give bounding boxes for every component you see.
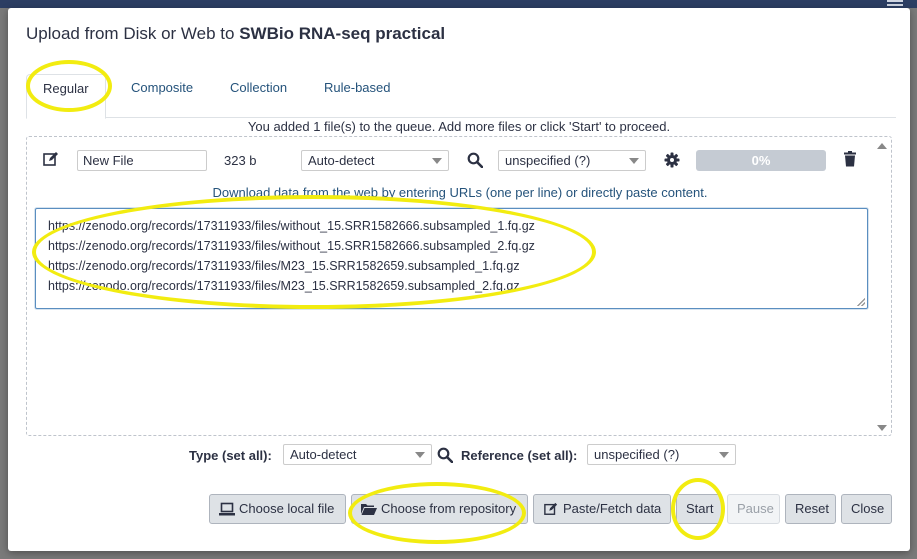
chevron-down-icon bbox=[415, 452, 425, 458]
chevron-down-icon bbox=[629, 158, 639, 164]
history-name: SWBio RNA-seq practical bbox=[239, 24, 446, 43]
file-type-select[interactable]: Auto-detect bbox=[301, 150, 449, 171]
url-paste-textarea[interactable]: https://zenodo.org/records/17311933/file… bbox=[35, 208, 868, 309]
upload-tabs: Regular Composite Collection Rule-based bbox=[26, 74, 896, 119]
choose-from-repository-button[interactable]: Choose from repository bbox=[351, 494, 528, 524]
url-line: https://zenodo.org/records/17311933/file… bbox=[48, 219, 535, 233]
paste-fetch-data-button[interactable]: Paste/Fetch data bbox=[533, 494, 671, 524]
upload-progress-label: 0% bbox=[751, 153, 771, 168]
upload-dialog: Upload from Disk or Web to SWBio RNA-seq… bbox=[8, 8, 910, 551]
set-all-type-select[interactable]: Auto-detect bbox=[283, 444, 432, 465]
choose-local-file-label: Choose local file bbox=[239, 501, 335, 516]
scroll-down-arrow-icon[interactable] bbox=[877, 425, 887, 431]
resize-grip-icon[interactable] bbox=[857, 298, 865, 306]
edit-icon[interactable] bbox=[43, 151, 59, 167]
upload-progress-bar: 0% bbox=[696, 150, 826, 171]
set-all-type-value: Auto-detect bbox=[290, 447, 357, 462]
paste-fetch-data-label: Paste/Fetch data bbox=[563, 501, 662, 516]
set-all-reference-label: Reference (set all): bbox=[461, 448, 578, 463]
tab-composite[interactable]: Composite bbox=[115, 74, 209, 118]
upload-dropzone[interactable]: 323 b Auto-detect unspecified (?) bbox=[26, 136, 892, 436]
chevron-down-icon bbox=[719, 452, 729, 458]
tab-rule-based[interactable]: Rule-based bbox=[308, 74, 407, 118]
paste-hint: Download data from the web by entering U… bbox=[212, 185, 708, 200]
reset-button[interactable]: Reset bbox=[785, 494, 836, 524]
laptop-icon bbox=[219, 502, 235, 516]
choose-local-file-button[interactable]: Choose local file bbox=[209, 494, 346, 524]
upload-row: 323 b Auto-detect unspecified (?) bbox=[27, 137, 893, 177]
file-reference-select[interactable]: unspecified (?) bbox=[498, 150, 646, 171]
tab-regular[interactable]: Regular bbox=[26, 74, 106, 119]
url-line: https://zenodo.org/records/17311933/file… bbox=[48, 259, 520, 273]
file-type-value: Auto-detect bbox=[308, 153, 375, 168]
dialog-title: Upload from Disk or Web to SWBio RNA-seq… bbox=[26, 24, 445, 44]
trash-icon[interactable] bbox=[843, 151, 857, 167]
choose-from-repository-label: Choose from repository bbox=[381, 501, 517, 516]
file-reference-value: unspecified (?) bbox=[505, 153, 591, 168]
masthead-bar bbox=[0, 0, 917, 8]
folder-open-icon bbox=[361, 504, 377, 515]
search-icon[interactable] bbox=[467, 152, 483, 168]
url-line: https://zenodo.org/records/17311933/file… bbox=[48, 239, 535, 253]
set-all-reference-select[interactable]: unspecified (?) bbox=[587, 444, 736, 465]
queue-message: You added 1 file(s) to the queue. Add mo… bbox=[247, 119, 671, 134]
file-size: 323 b bbox=[224, 153, 257, 168]
file-name-input[interactable] bbox=[77, 150, 207, 171]
dialog-title-prefix: Upload from Disk or Web to bbox=[26, 24, 240, 43]
tab-collection[interactable]: Collection bbox=[214, 74, 303, 118]
pause-button: Pause bbox=[727, 494, 780, 524]
set-all-reference-value: unspecified (?) bbox=[594, 447, 680, 462]
gear-icon[interactable] bbox=[664, 152, 680, 168]
chevron-down-icon bbox=[432, 158, 442, 164]
edit-icon bbox=[544, 502, 558, 515]
url-line: https://zenodo.org/records/17311933/file… bbox=[48, 279, 520, 293]
set-all-type-label: Type (set all): bbox=[189, 448, 272, 463]
close-button[interactable]: Close bbox=[841, 494, 892, 524]
start-button[interactable]: Start bbox=[676, 494, 722, 524]
grid-menu-icon[interactable] bbox=[887, 0, 903, 6]
search-icon[interactable] bbox=[437, 447, 453, 463]
